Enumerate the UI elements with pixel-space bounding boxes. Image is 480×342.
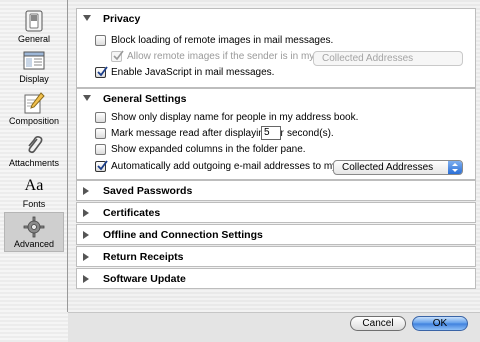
- popup-arrows-icon: [448, 161, 462, 174]
- show-display-name-checkbox[interactable]: [95, 112, 106, 123]
- preferences-sidebar: General Display Composition Attachments …: [0, 0, 66, 341]
- mark-read-checkbox[interactable]: [95, 128, 106, 139]
- software-update-section[interactable]: Software Update: [76, 268, 476, 289]
- offline-connection-section[interactable]: Offline and Connection Settings: [76, 224, 476, 245]
- return-receipts-section[interactable]: Return Receipts: [76, 246, 476, 267]
- allow-images-select[interactable]: Collected Addresses: [313, 51, 463, 66]
- general-settings-header[interactable]: General Settings: [77, 89, 475, 109]
- mark-read-seconds-input[interactable]: 5: [261, 126, 281, 140]
- allow-images-checkbox[interactable]: [111, 50, 124, 62]
- saved-passwords-section[interactable]: Saved Passwords: [76, 180, 476, 201]
- section-title: Saved Passwords: [103, 185, 193, 197]
- seconds-suffix-label: second(s).: [287, 128, 334, 139]
- expanded-columns-label: Show expanded columns in the folder pane…: [111, 144, 306, 155]
- auto-add-checkbox[interactable]: [95, 160, 108, 172]
- allow-images-label: Allow remote images if the sender is in …: [127, 51, 318, 62]
- sidebar-item-label: Display: [19, 74, 49, 84]
- section-title: Return Receipts: [103, 251, 184, 263]
- sidebar-item-attachments[interactable]: Attachments: [5, 134, 63, 168]
- disclosure-triangle-closed-icon[interactable]: [83, 187, 90, 195]
- disclosure-triangle-closed-icon[interactable]: [83, 231, 90, 239]
- general-settings-section: General Settings Show only display name …: [76, 88, 476, 180]
- fonts-icon: Aa: [24, 177, 44, 194]
- pencil-icon: [24, 92, 45, 114]
- select-value: Collected Addresses: [322, 53, 414, 64]
- checkmark-icon: [113, 50, 124, 61]
- cancel-button[interactable]: Cancel: [350, 316, 406, 331]
- gear-icon: [23, 216, 45, 238]
- checkmark-icon: [97, 66, 108, 77]
- display-icon: [23, 51, 45, 70]
- paperclip-icon: [28, 136, 43, 154]
- switch-icon: [25, 10, 43, 32]
- ok-button[interactable]: OK: [412, 316, 468, 331]
- sidebar-item-display[interactable]: Display: [5, 50, 63, 84]
- checkmark-icon: [97, 160, 108, 171]
- sidebar-item-label: Attachments: [8, 158, 60, 168]
- enable-js-label: Enable JavaScript in mail messages.: [111, 67, 275, 78]
- sidebar-item-label: Fonts: [22, 199, 46, 209]
- mark-read-label: Mark message read after displaying for: [111, 128, 284, 139]
- auto-add-label: Automatically add outgoing e-mail addres…: [111, 161, 341, 172]
- sidebar-item-advanced[interactable]: Advanced: [4, 212, 64, 252]
- section-title: General Settings: [103, 93, 187, 105]
- auto-add-select[interactable]: Collected Addresses: [333, 160, 463, 175]
- enable-js-checkbox[interactable]: [95, 66, 108, 78]
- disclosure-triangle-closed-icon[interactable]: [83, 275, 90, 283]
- section-title: Privacy: [103, 13, 141, 25]
- certificates-section[interactable]: Certificates: [76, 202, 476, 223]
- disclosure-triangle-closed-icon[interactable]: [83, 253, 90, 261]
- sidebar-item-label: General: [17, 34, 51, 44]
- section-title: Offline and Connection Settings: [103, 229, 263, 241]
- block-images-label: Block loading of remote images in mail m…: [111, 35, 334, 46]
- sidebar-item-label: Advanced: [13, 239, 55, 249]
- privacy-section-header[interactable]: Privacy: [77, 9, 475, 29]
- sidebar-item-label: Composition: [8, 116, 60, 126]
- dialog-button-bar: Cancel OK: [68, 312, 480, 342]
- sidebar-item-fonts[interactable]: Aa Fonts: [5, 175, 63, 209]
- privacy-section: Privacy Block loading of remote images i…: [76, 8, 476, 88]
- disclosure-triangle-open-icon[interactable]: [83, 15, 91, 22]
- disclosure-triangle-open-icon[interactable]: [83, 95, 91, 102]
- advanced-pane: Privacy Block loading of remote images i…: [68, 0, 480, 312]
- section-title: Certificates: [103, 207, 161, 219]
- select-value: Collected Addresses: [342, 162, 434, 173]
- section-title: Software Update: [103, 273, 186, 285]
- expanded-columns-checkbox[interactable]: [95, 144, 106, 155]
- sidebar-item-composition[interactable]: Composition: [5, 92, 63, 126]
- block-images-checkbox[interactable]: [95, 35, 106, 46]
- disclosure-triangle-closed-icon[interactable]: [83, 209, 90, 217]
- show-display-name-label: Show only display name for people in my …: [111, 112, 359, 123]
- sidebar-item-general[interactable]: General: [5, 10, 63, 44]
